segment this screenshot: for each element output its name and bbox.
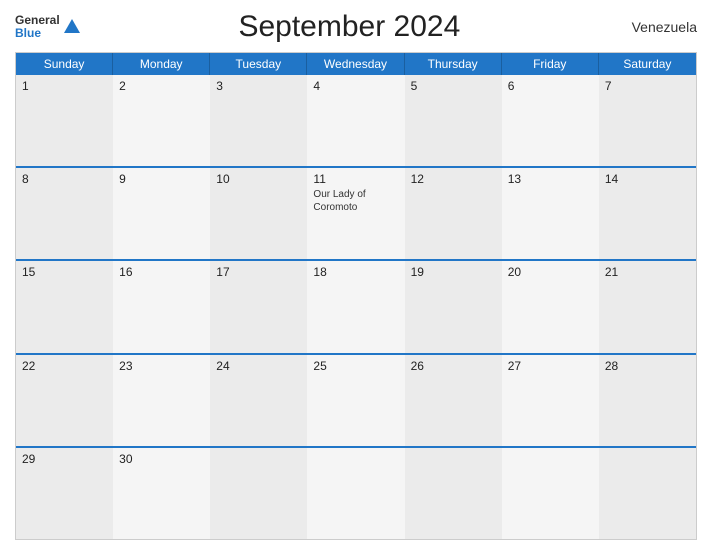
day-number: 12 bbox=[411, 172, 496, 186]
event-label: Our Lady of Coromoto bbox=[313, 188, 398, 214]
day-number: 18 bbox=[313, 265, 398, 279]
day-number: 4 bbox=[313, 79, 398, 93]
day-number: 11 bbox=[313, 172, 398, 186]
day-header-saturday: Saturday bbox=[599, 53, 696, 75]
day-number: 25 bbox=[313, 359, 398, 373]
day-cell: 13 bbox=[502, 168, 599, 259]
week-row-4: 22 23 24 25 26 27 28 bbox=[16, 353, 696, 446]
day-cell: 17 bbox=[210, 261, 307, 352]
day-cell: 18 bbox=[307, 261, 404, 352]
day-number: 9 bbox=[119, 172, 204, 186]
day-number: 28 bbox=[605, 359, 690, 373]
day-cell bbox=[210, 448, 307, 539]
weeks-container: 1234567891011Our Lady of Coromoto1213141… bbox=[16, 75, 696, 539]
day-cell: 16 bbox=[113, 261, 210, 352]
page-title: September 2024 bbox=[82, 10, 617, 44]
day-header-tuesday: Tuesday bbox=[210, 53, 307, 75]
day-cell: 7 bbox=[599, 75, 696, 166]
day-header-friday: Friday bbox=[502, 53, 599, 75]
week-row-2: 89 10 11 Our Lady of Coromoto 12 13 14 bbox=[16, 166, 696, 259]
day-cell: 20 bbox=[502, 261, 599, 352]
day-number: 10 bbox=[216, 172, 301, 186]
day-number: 27 bbox=[508, 359, 593, 373]
day-cell: 24 bbox=[210, 355, 307, 446]
day-cell: 5 bbox=[405, 75, 502, 166]
day-cell: 25 bbox=[307, 355, 404, 446]
day-cell: 30 bbox=[113, 448, 210, 539]
calendar-grid: SundayMondayTuesdayWednesdayThursdayFrid… bbox=[15, 52, 697, 540]
day-number: 23 bbox=[119, 359, 204, 373]
week-row-3: 15 16 17 18 19 20 21 bbox=[16, 259, 696, 352]
day-cell: 8 bbox=[16, 168, 113, 259]
day-number: 26 bbox=[411, 359, 496, 373]
day-cell: 12 bbox=[405, 168, 502, 259]
day-header-sunday: Sunday bbox=[16, 53, 113, 75]
day-cell bbox=[599, 448, 696, 539]
day-cell: 14 bbox=[599, 168, 696, 259]
day-cell: 23 bbox=[113, 355, 210, 446]
day-number: 5 bbox=[411, 79, 496, 93]
day-cell: 27 bbox=[502, 355, 599, 446]
day-number: 30 bbox=[119, 452, 204, 466]
day-number: 24 bbox=[216, 359, 301, 373]
day-number: 29 bbox=[22, 452, 107, 466]
day-number: 7 bbox=[605, 79, 690, 93]
day-cell: 26 bbox=[405, 355, 502, 446]
day-cell: 22 bbox=[16, 355, 113, 446]
day-number: 14 bbox=[605, 172, 690, 186]
day-number: 13 bbox=[508, 172, 593, 186]
day-cell bbox=[502, 448, 599, 539]
day-number: 22 bbox=[22, 359, 107, 373]
day-cell: 19 bbox=[405, 261, 502, 352]
day-number: 16 bbox=[119, 265, 204, 279]
logo-icon bbox=[62, 17, 82, 37]
day-number: 21 bbox=[605, 265, 690, 279]
day-number: 3 bbox=[216, 79, 301, 93]
day-number: 20 bbox=[508, 265, 593, 279]
day-cell: 11 Our Lady of Coromoto bbox=[307, 168, 404, 259]
week-row-1: 1234567 bbox=[16, 75, 696, 166]
logo: General Blue bbox=[15, 14, 82, 40]
day-cell bbox=[405, 448, 502, 539]
day-cell: 9 bbox=[113, 168, 210, 259]
country-label: Venezuela bbox=[617, 19, 697, 35]
day-cell: 3 bbox=[210, 75, 307, 166]
day-cell bbox=[307, 448, 404, 539]
day-header-monday: Monday bbox=[113, 53, 210, 75]
logo-blue-text: Blue bbox=[15, 27, 60, 40]
week-row-5: 29 30 bbox=[16, 446, 696, 539]
day-cell: 2 bbox=[113, 75, 210, 166]
day-cell: 29 bbox=[16, 448, 113, 539]
day-number: 8 bbox=[22, 172, 107, 186]
day-cell: 4 bbox=[307, 75, 404, 166]
day-header-wednesday: Wednesday bbox=[307, 53, 404, 75]
day-number: 15 bbox=[22, 265, 107, 279]
day-number: 1 bbox=[22, 79, 107, 93]
day-cell: 1 bbox=[16, 75, 113, 166]
day-cell: 15 bbox=[16, 261, 113, 352]
day-number: 6 bbox=[508, 79, 593, 93]
day-number: 19 bbox=[411, 265, 496, 279]
day-cell: 28 bbox=[599, 355, 696, 446]
day-cell: 6 bbox=[502, 75, 599, 166]
day-number: 17 bbox=[216, 265, 301, 279]
day-number: 2 bbox=[119, 79, 204, 93]
header: General Blue September 2024 Venezuela bbox=[15, 10, 697, 44]
day-header-thursday: Thursday bbox=[405, 53, 502, 75]
calendar-page: General Blue September 2024 Venezuela Su… bbox=[0, 0, 712, 550]
day-cell: 10 bbox=[210, 168, 307, 259]
day-headers-row: SundayMondayTuesdayWednesdayThursdayFrid… bbox=[16, 53, 696, 75]
day-cell: 21 bbox=[599, 261, 696, 352]
